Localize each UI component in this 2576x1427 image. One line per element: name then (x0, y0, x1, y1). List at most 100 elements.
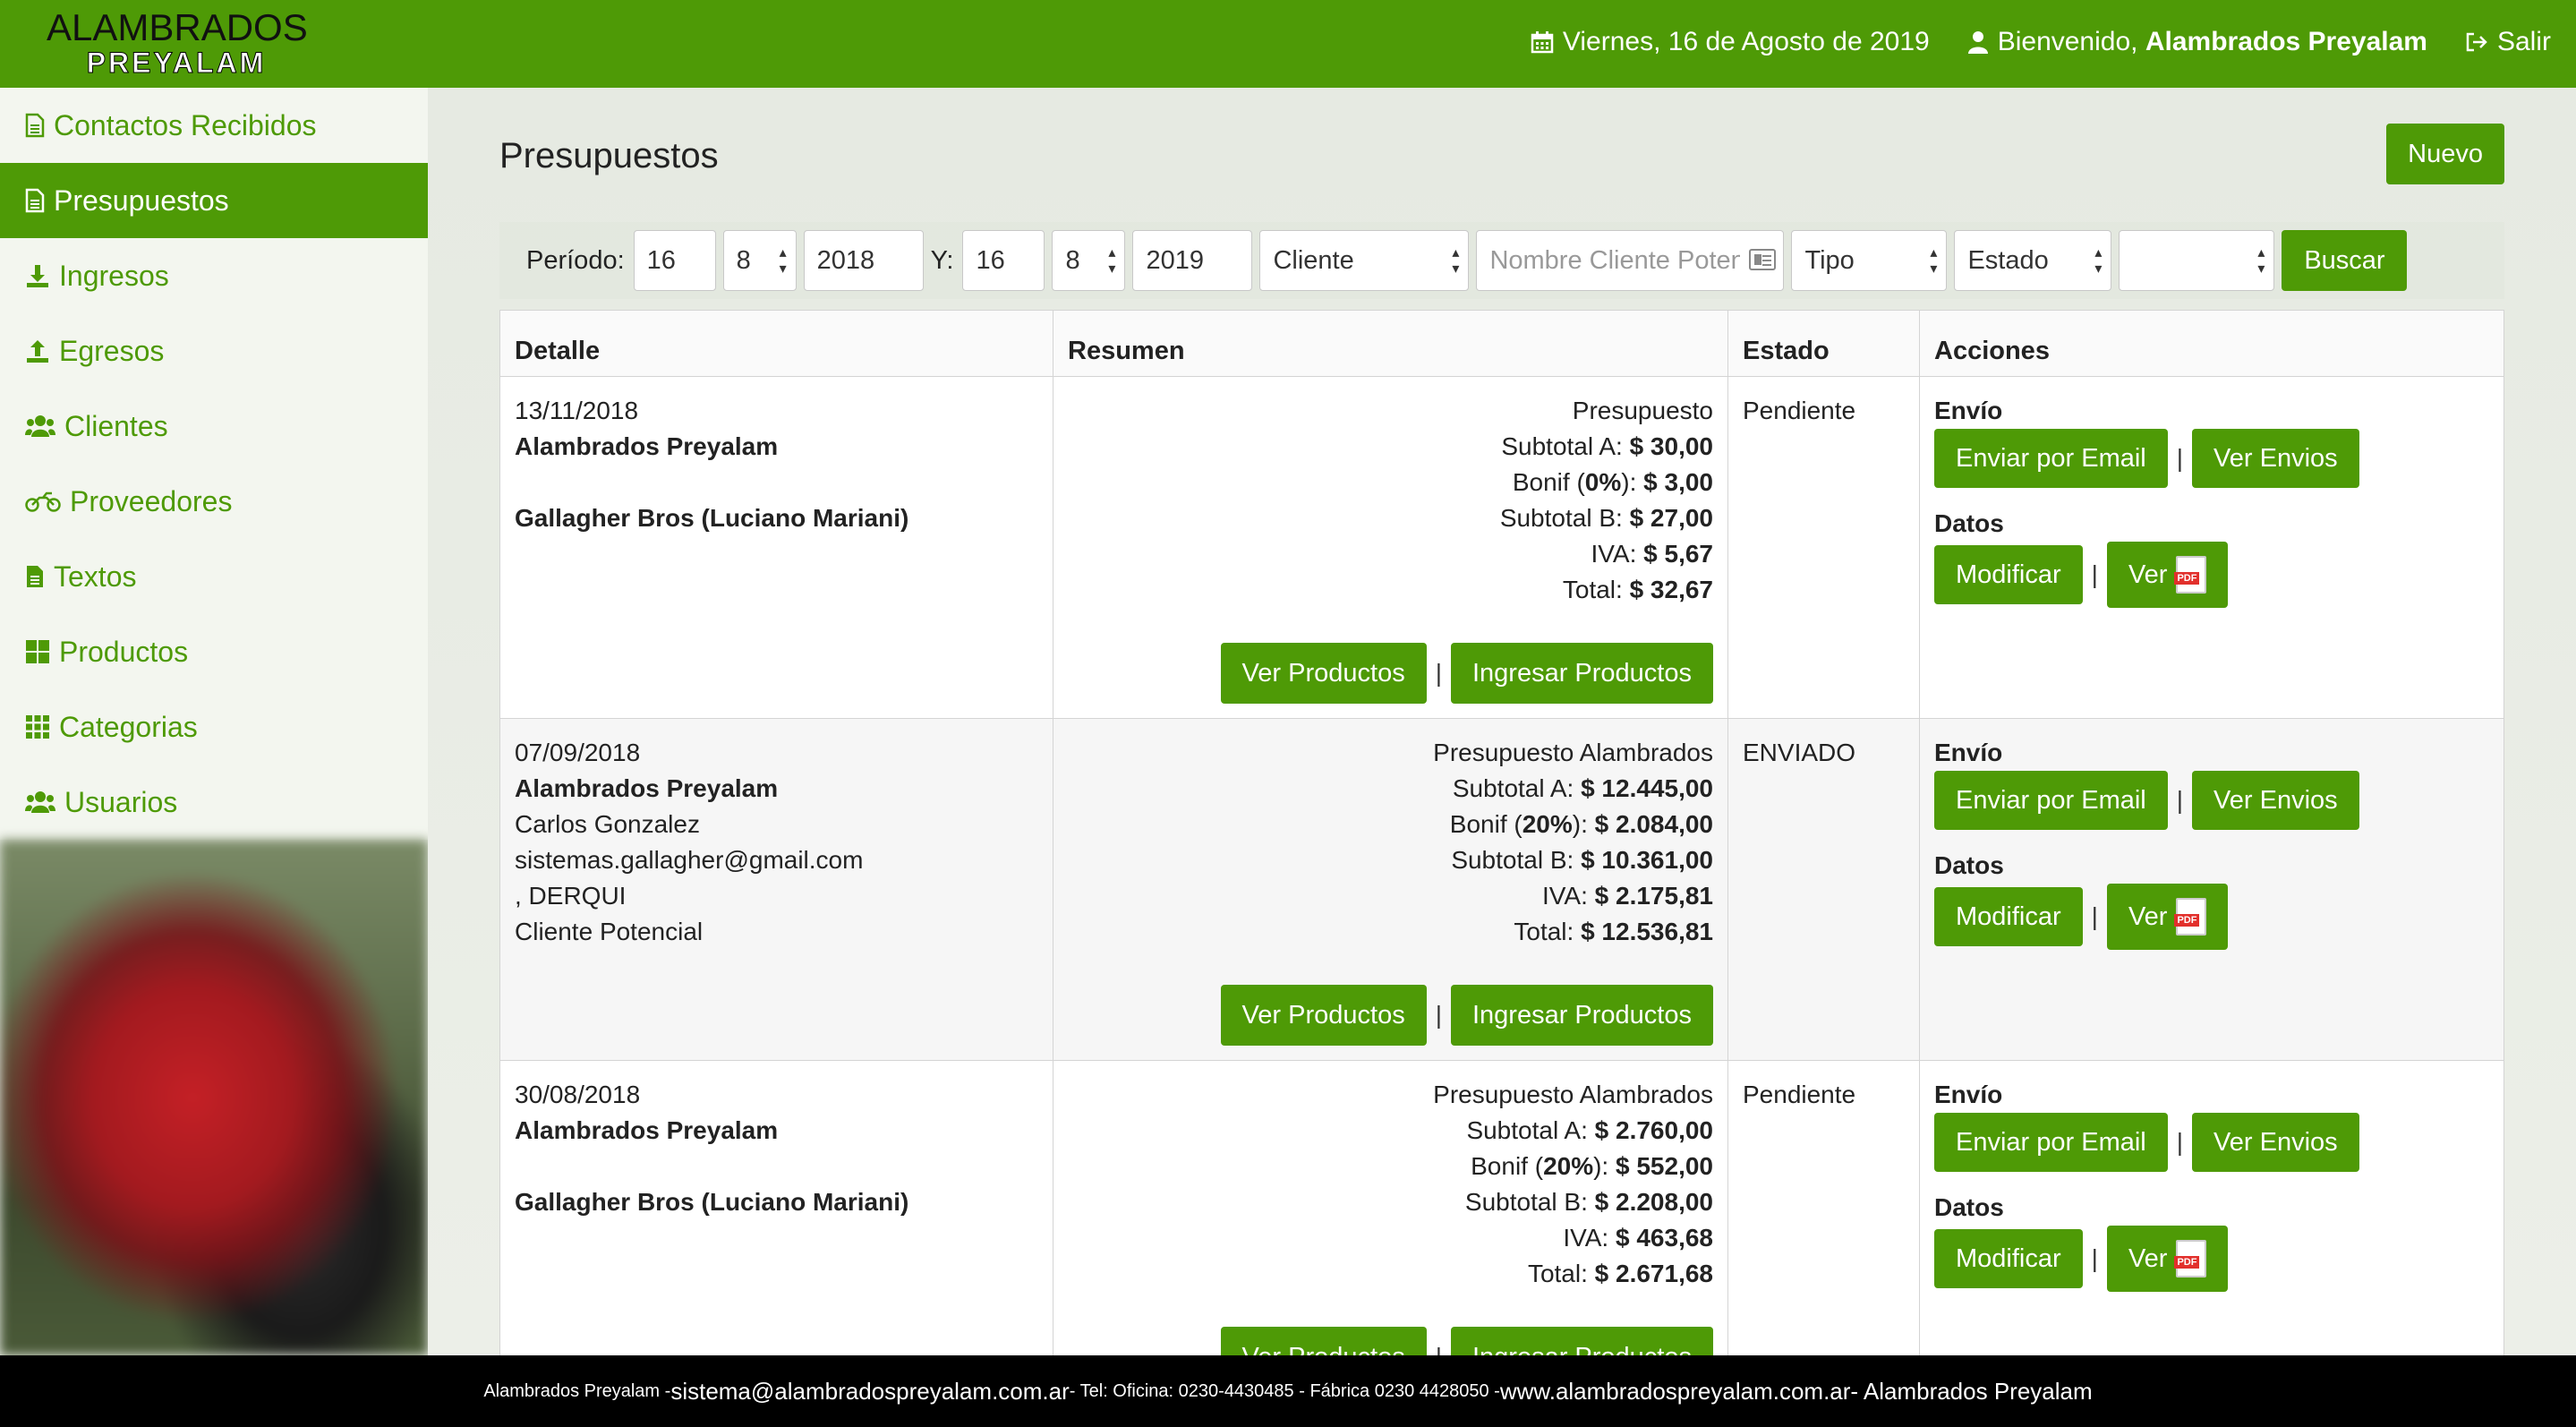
sidebar-item-label: Textos (54, 560, 137, 593)
to-month-select[interactable]: 8 ▴ ▾ (1052, 230, 1126, 291)
subtotal-b: Subtotal B: $ 2.208,00 (1464, 1188, 1713, 1216)
bonif: Bonif (0%): $ 3,00 (1512, 468, 1713, 496)
acciones-cell: Envío Enviar por Email | Ver Envios Datos Mod… (1920, 719, 2503, 1060)
sidebar-item-label: Usuarios (64, 785, 178, 818)
nombre-cliente-input[interactable]: Nombre Cliente Potencial (1476, 230, 1785, 291)
resumen-cell: Presupuesto Alambrados Subtotal A: $ 12.4… (1053, 719, 1728, 1060)
ingresar-productos-button[interactable]: Ingresar Productos (1450, 985, 1713, 1046)
modificar-button[interactable]: Modificar (1934, 545, 2083, 604)
sidebar-item-label: Clientes (64, 409, 168, 442)
sidebar-item-presupuestos[interactable]: Presupuestos (0, 163, 428, 238)
sidebar-item-label: Categorias (59, 710, 198, 743)
ver-pdf-button[interactable]: Ver (2106, 1226, 2229, 1292)
tipo-select[interactable]: Tipo ▴ ▾ (1791, 230, 1948, 291)
enviar-email-button[interactable]: Enviar por Email (1934, 771, 2168, 830)
new-button[interactable]: Nuevo (2386, 124, 2504, 184)
ver-productos-button[interactable]: Ver Productos (1220, 1327, 1427, 1355)
extra-select[interactable]: ▴ ▾ (2119, 230, 2275, 291)
calendar-icon (1531, 31, 1554, 54)
spinner-icon: ▴ ▾ (1108, 245, 1116, 277)
sidebar-item-label: Proveedores (70, 484, 233, 517)
enviar-email-button[interactable]: Enviar por Email (1934, 1113, 2168, 1172)
ver-productos-button[interactable]: Ver Productos (1220, 985, 1427, 1046)
id-card-icon (1749, 249, 1777, 270)
estado-select-value: Estado (1967, 245, 2049, 275)
bonif: Bonif (20%): $ 2.084,00 (1449, 810, 1713, 838)
table-row: 07/09/2018 Alambrados Preyalam Carlos Gonz… (500, 719, 2503, 1061)
iva: IVA: $ 5,67 (1591, 540, 1713, 568)
logo[interactable]: ALAMBRADOS PREYALAM (47, 9, 308, 79)
separator: | (2176, 444, 2184, 472)
client-line (515, 1220, 1038, 1256)
sidebar-item-egresos[interactable]: Egresos (0, 313, 428, 389)
sidebar-item-clientes[interactable]: Clientes (0, 389, 428, 464)
sidebar-item-ingresos[interactable]: Ingresos (0, 238, 428, 313)
estado-select[interactable]: Estado ▴ ▾ (1954, 230, 2112, 291)
ver-label: Ver (2128, 1243, 2168, 1273)
user-icon (1967, 31, 1988, 54)
presupuestos-table: Detalle Resumen Estado Acciones 13/11/20… (499, 310, 2504, 1355)
logout-label: Salir (2496, 27, 2551, 56)
sidebar-item-categorias[interactable]: Categorias (0, 689, 428, 765)
to-year-input[interactable]: 2019 (1132, 230, 1253, 291)
sidebar-item-usuarios[interactable]: Usuarios (0, 765, 428, 840)
sidebar-menu: Contactos Recibidos Presupuestos Ingresos E… (0, 88, 428, 840)
modificar-button[interactable]: Modificar (1934, 1229, 2083, 1288)
filter-bar: Período: 16 8 ▴ ▾ 2018 Y: 16 8 ▴ ▾ 2019 Clie… (499, 222, 2504, 299)
estado-cell: Pendiente (1728, 1061, 1920, 1355)
separator: | (1436, 1343, 1442, 1355)
ver-envios-button[interactable]: Ver Envios (2192, 771, 2359, 830)
row-date: 07/09/2018 (515, 739, 641, 766)
enviar-email-button[interactable]: Enviar por Email (1934, 429, 2168, 488)
sidebar-item-proveedores[interactable]: Proveedores (0, 464, 428, 539)
separator: | (2091, 1244, 2098, 1272)
users-icon (25, 414, 55, 439)
ver-pdf-button[interactable]: Ver (2106, 884, 2229, 950)
header-detalle: Detalle (500, 311, 1053, 376)
current-date: Viernes, 16 de Agosto de 2019 (1531, 27, 1930, 57)
modificar-button[interactable]: Modificar (1934, 887, 2083, 946)
detalle-cell: 30/08/2018 Alambrados Preyalam Gallagher B… (500, 1061, 1053, 1355)
subtotal-a: Subtotal A: $ 30,00 (1501, 432, 1713, 460)
footer-email[interactable]: sistema@alambradospreyalam.com.ar (670, 1378, 1069, 1406)
sidebar-item-label: Contactos Recibidos (54, 108, 317, 141)
to-day-input[interactable]: 16 (962, 230, 1045, 291)
search-button[interactable]: Buscar (2282, 230, 2408, 291)
client-line: Gallagher Bros (Luciano Mariani) (515, 1188, 909, 1216)
from-day-input[interactable]: 16 (633, 230, 716, 291)
file-text-icon (25, 564, 45, 589)
page-title: Presupuestos (499, 136, 719, 175)
from-year-input[interactable]: 2018 (803, 230, 924, 291)
row-company: Alambrados Preyalam (515, 774, 779, 802)
ver-pdf-button[interactable]: Ver (2106, 542, 2229, 608)
sidebar-item-label: Presupuestos (54, 184, 229, 217)
datos-heading: Datos (1934, 1193, 2004, 1221)
sidebar-item-productos[interactable]: Productos (0, 614, 428, 689)
subtotal-b: Subtotal B: $ 10.361,00 (1451, 846, 1713, 874)
ingresar-productos-button[interactable]: Ingresar Productos (1450, 1327, 1713, 1355)
logout-link[interactable]: Salir (2465, 27, 2551, 57)
acciones-cell: Envío Enviar por Email | Ver Envios Datos Mod… (1920, 1061, 2503, 1355)
budget-type: Presupuesto Alambrados (1433, 739, 1713, 766)
total: Total: $ 32,67 (1562, 576, 1713, 603)
file-icon (25, 188, 45, 213)
header-resumen: Resumen (1053, 311, 1728, 376)
footer-website[interactable]: www.alambradospreyalam.com.ar (1500, 1378, 1851, 1406)
header-acciones: Acciones (1934, 337, 2050, 365)
resumen-cell: Presupuesto Subtotal A: $ 30,00 Bonif (0%)… (1053, 377, 1728, 718)
logo-line2: PREYALAM (86, 47, 267, 79)
ingresar-productos-button[interactable]: Ingresar Productos (1450, 643, 1713, 704)
from-month-select[interactable]: 8 ▴ ▾ (722, 230, 797, 291)
sidebar-item-contactos-recibidos[interactable]: Contactos Recibidos (0, 88, 428, 163)
ver-envios-button[interactable]: Ver Envios (2192, 1113, 2359, 1172)
sidebar-item-label: Productos (59, 635, 189, 668)
footer-company-end: - Alambrados Preyalam (1850, 1377, 2093, 1405)
motorcycle-icon (25, 490, 61, 513)
ver-envios-button[interactable]: Ver Envios (2192, 429, 2359, 488)
cliente-select[interactable]: Cliente ▴ ▾ (1259, 230, 1470, 291)
row-company: Alambrados Preyalam (515, 1116, 779, 1144)
ver-productos-button[interactable]: Ver Productos (1220, 643, 1427, 704)
sidebar-item-textos[interactable]: Textos (0, 539, 428, 614)
datos-heading: Datos (1934, 851, 2004, 879)
total: Total: $ 2.671,68 (1527, 1260, 1713, 1287)
